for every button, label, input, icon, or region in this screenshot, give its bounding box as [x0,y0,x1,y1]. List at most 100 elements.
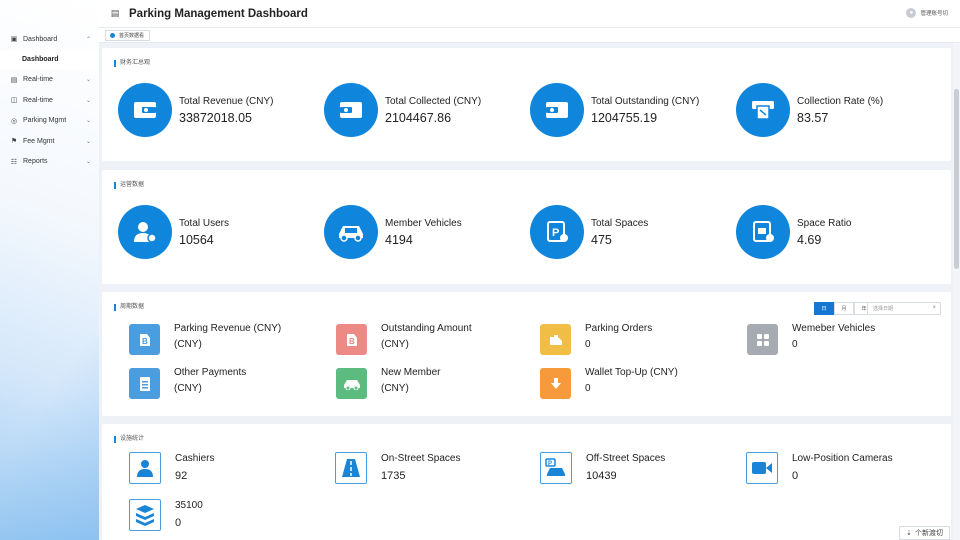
chevron-up-icon: ⌃ [85,36,91,43]
stat-value: 0 [175,517,182,529]
stat-label: Total Users [179,217,230,229]
stat-parking-revenue: B Parking Revenue (CNY) (CNY) [129,323,281,355]
stat-label: Parking Orders [585,323,653,334]
scrollbar[interactable] [953,43,960,540]
stat-total-collected: Total Collected (CNY) 2104467.86 [324,83,481,137]
sidebar-item-label: Fee Mgmt [23,137,55,145]
section-title: 运营数据 [114,182,144,189]
stat-label: Wemeber Vehicles [792,323,876,334]
stat-label: Collection Rate (%) [797,95,884,107]
fee-icon: ⚑ [10,138,18,146]
stat-value: 1204755.19 [591,110,658,125]
stat-off-street-spaces: P Off-Street Spaces 10439 [540,452,665,484]
stat-total-users: Total Users 10564 [118,205,229,259]
stat-label: Wallet Top-Up (CNY) [585,367,678,378]
stat-other-payments: Other Payments (CNY) [129,367,246,399]
wallet-icon [324,83,378,137]
sidebar-item-label: Reports [23,158,48,166]
section-title: 财务汇总观 [114,60,150,67]
sidebar-item-dashboard[interactable]: ▣ Dashboard ⌃ [0,29,99,50]
stat-value: 0 [792,339,798,350]
stat-label: Cashiers [175,453,215,464]
stat-label: Outstanding Amount [381,323,472,334]
stat-total-spaces: P Total Spaces 475 [530,205,648,259]
wallet-icon [530,83,584,137]
filter-day-button[interactable]: 日 [814,302,834,315]
sidebar-subitem-dashboard[interactable]: Dashboard [0,49,99,70]
document-icon [129,368,160,399]
stat-label: Total Spaces [591,217,649,229]
stat-value: 10564 [179,232,214,247]
stat-low-position-cameras: Low-Position Cameras 0 [746,452,893,484]
stat-value: 0 [585,383,591,394]
user-label: 管理账号切 [920,11,948,17]
parking-space-icon: P [530,205,584,259]
facilities-card: 设施统计 Cashiers 92 On-Street Spaces 1735 P… [102,424,951,540]
reports-icon: ☷ [10,158,18,166]
order-icon [540,324,571,355]
realtime-icon: ▤ [10,76,18,84]
stat-value: 2104467.86 [385,110,452,125]
stat-space-ratio: Space Ratio 4.69 [736,205,851,259]
sidebar-item-label: Real-time [23,96,53,104]
revenue-icon: B [129,324,160,355]
stat-value: (CNY) [174,383,202,394]
page-title: Parking Management Dashboard [129,7,308,20]
svg-text:P: P [548,461,552,467]
period-filter: 日 月 年 [814,302,874,315]
svg-text:P: P [552,227,559,239]
dashboard-icon: ▣ [10,36,18,44]
filter-month-button[interactable]: 月 [834,302,854,315]
arrears-icon: B [336,324,367,355]
car-icon [324,205,378,259]
wallet-icon [118,83,172,137]
chevron-down-icon: ⌄ [85,77,91,84]
sidebar-item-realtime[interactable]: ▤ Real-time ⌄ [0,70,99,91]
tab-label: 首页数据看 [119,33,145,39]
garage-icon: P [540,452,572,484]
stat-value: 10439 [586,470,617,482]
switch-view-button[interactable]: ⇣ 个新渡切 [899,526,950,540]
stat-member-vehicles-period: Wemeber Vehicles 0 [747,323,876,355]
clear-icon[interactable]: × [932,305,936,311]
svg-text:B: B [142,337,148,346]
stat-value: (CNY) [381,339,409,350]
tab-dashboard[interactable]: 首页数据看 [105,30,151,41]
stat-total-outstanding: Total Outstanding (CNY) 1204755.19 [530,83,699,137]
sidebar-item-label: Dashboard [22,56,59,63]
date-picker[interactable]: 选择日期 × [867,302,941,315]
stat-value: 92 [175,470,188,482]
stat-cashiers: Cashiers 92 [129,452,214,484]
stat-label: New Member [381,367,441,378]
avatar: ● [906,8,917,18]
stat-devices: 35100 0 [129,499,203,531]
stat-label: Total Collected (CNY) [385,95,482,107]
sidebar-item-reports[interactable]: ☷ Reports ⌄ [0,152,99,173]
menu-icon[interactable]: ▤ [109,8,121,19]
car-icon [336,368,367,399]
stat-value: 0 [792,470,799,482]
stat-label: 35100 [175,500,203,511]
receipt-icon [736,83,790,137]
chevron-down-icon: ⌄ [85,118,91,125]
stat-value: (CNY) [381,383,409,394]
scrollbar-thumb[interactable] [954,89,959,269]
grid-icon [747,324,778,355]
svg-text:B: B [349,337,355,346]
top-header: ▤ Parking Management Dashboard ● 管理账号切 [99,0,960,28]
switch-view-label: 个新渡切 [915,530,943,537]
user-menu[interactable]: ● 管理账号切 [906,8,948,18]
stat-label: Member Vehicles [385,217,462,229]
stat-value: 0 [585,339,591,350]
tab-strip: 首页数据看 [99,28,960,43]
arrow-down-icon: ⇣ [906,530,912,537]
sidebar-item-label: Real-time [23,76,53,84]
stat-outstanding-amount: B Outstanding Amount (CNY) [336,323,472,355]
sidebar-item-fee-mgmt[interactable]: ⚑ Fee Mgmt ⌄ [0,131,99,152]
operations-card: 运营数据 Total Users 10564 Member Vehicles 4… [102,170,951,284]
stat-value: 1735 [381,470,406,482]
stat-member-vehicles: Member Vehicles 4194 [324,205,462,259]
sidebar-item-parking-mgmt[interactable]: ◎ Parking Mgmt ⌄ [0,111,99,132]
road-icon [335,452,367,484]
sidebar-item-realtime-monitor[interactable]: ◫ Real-time ⌄ [0,90,99,111]
